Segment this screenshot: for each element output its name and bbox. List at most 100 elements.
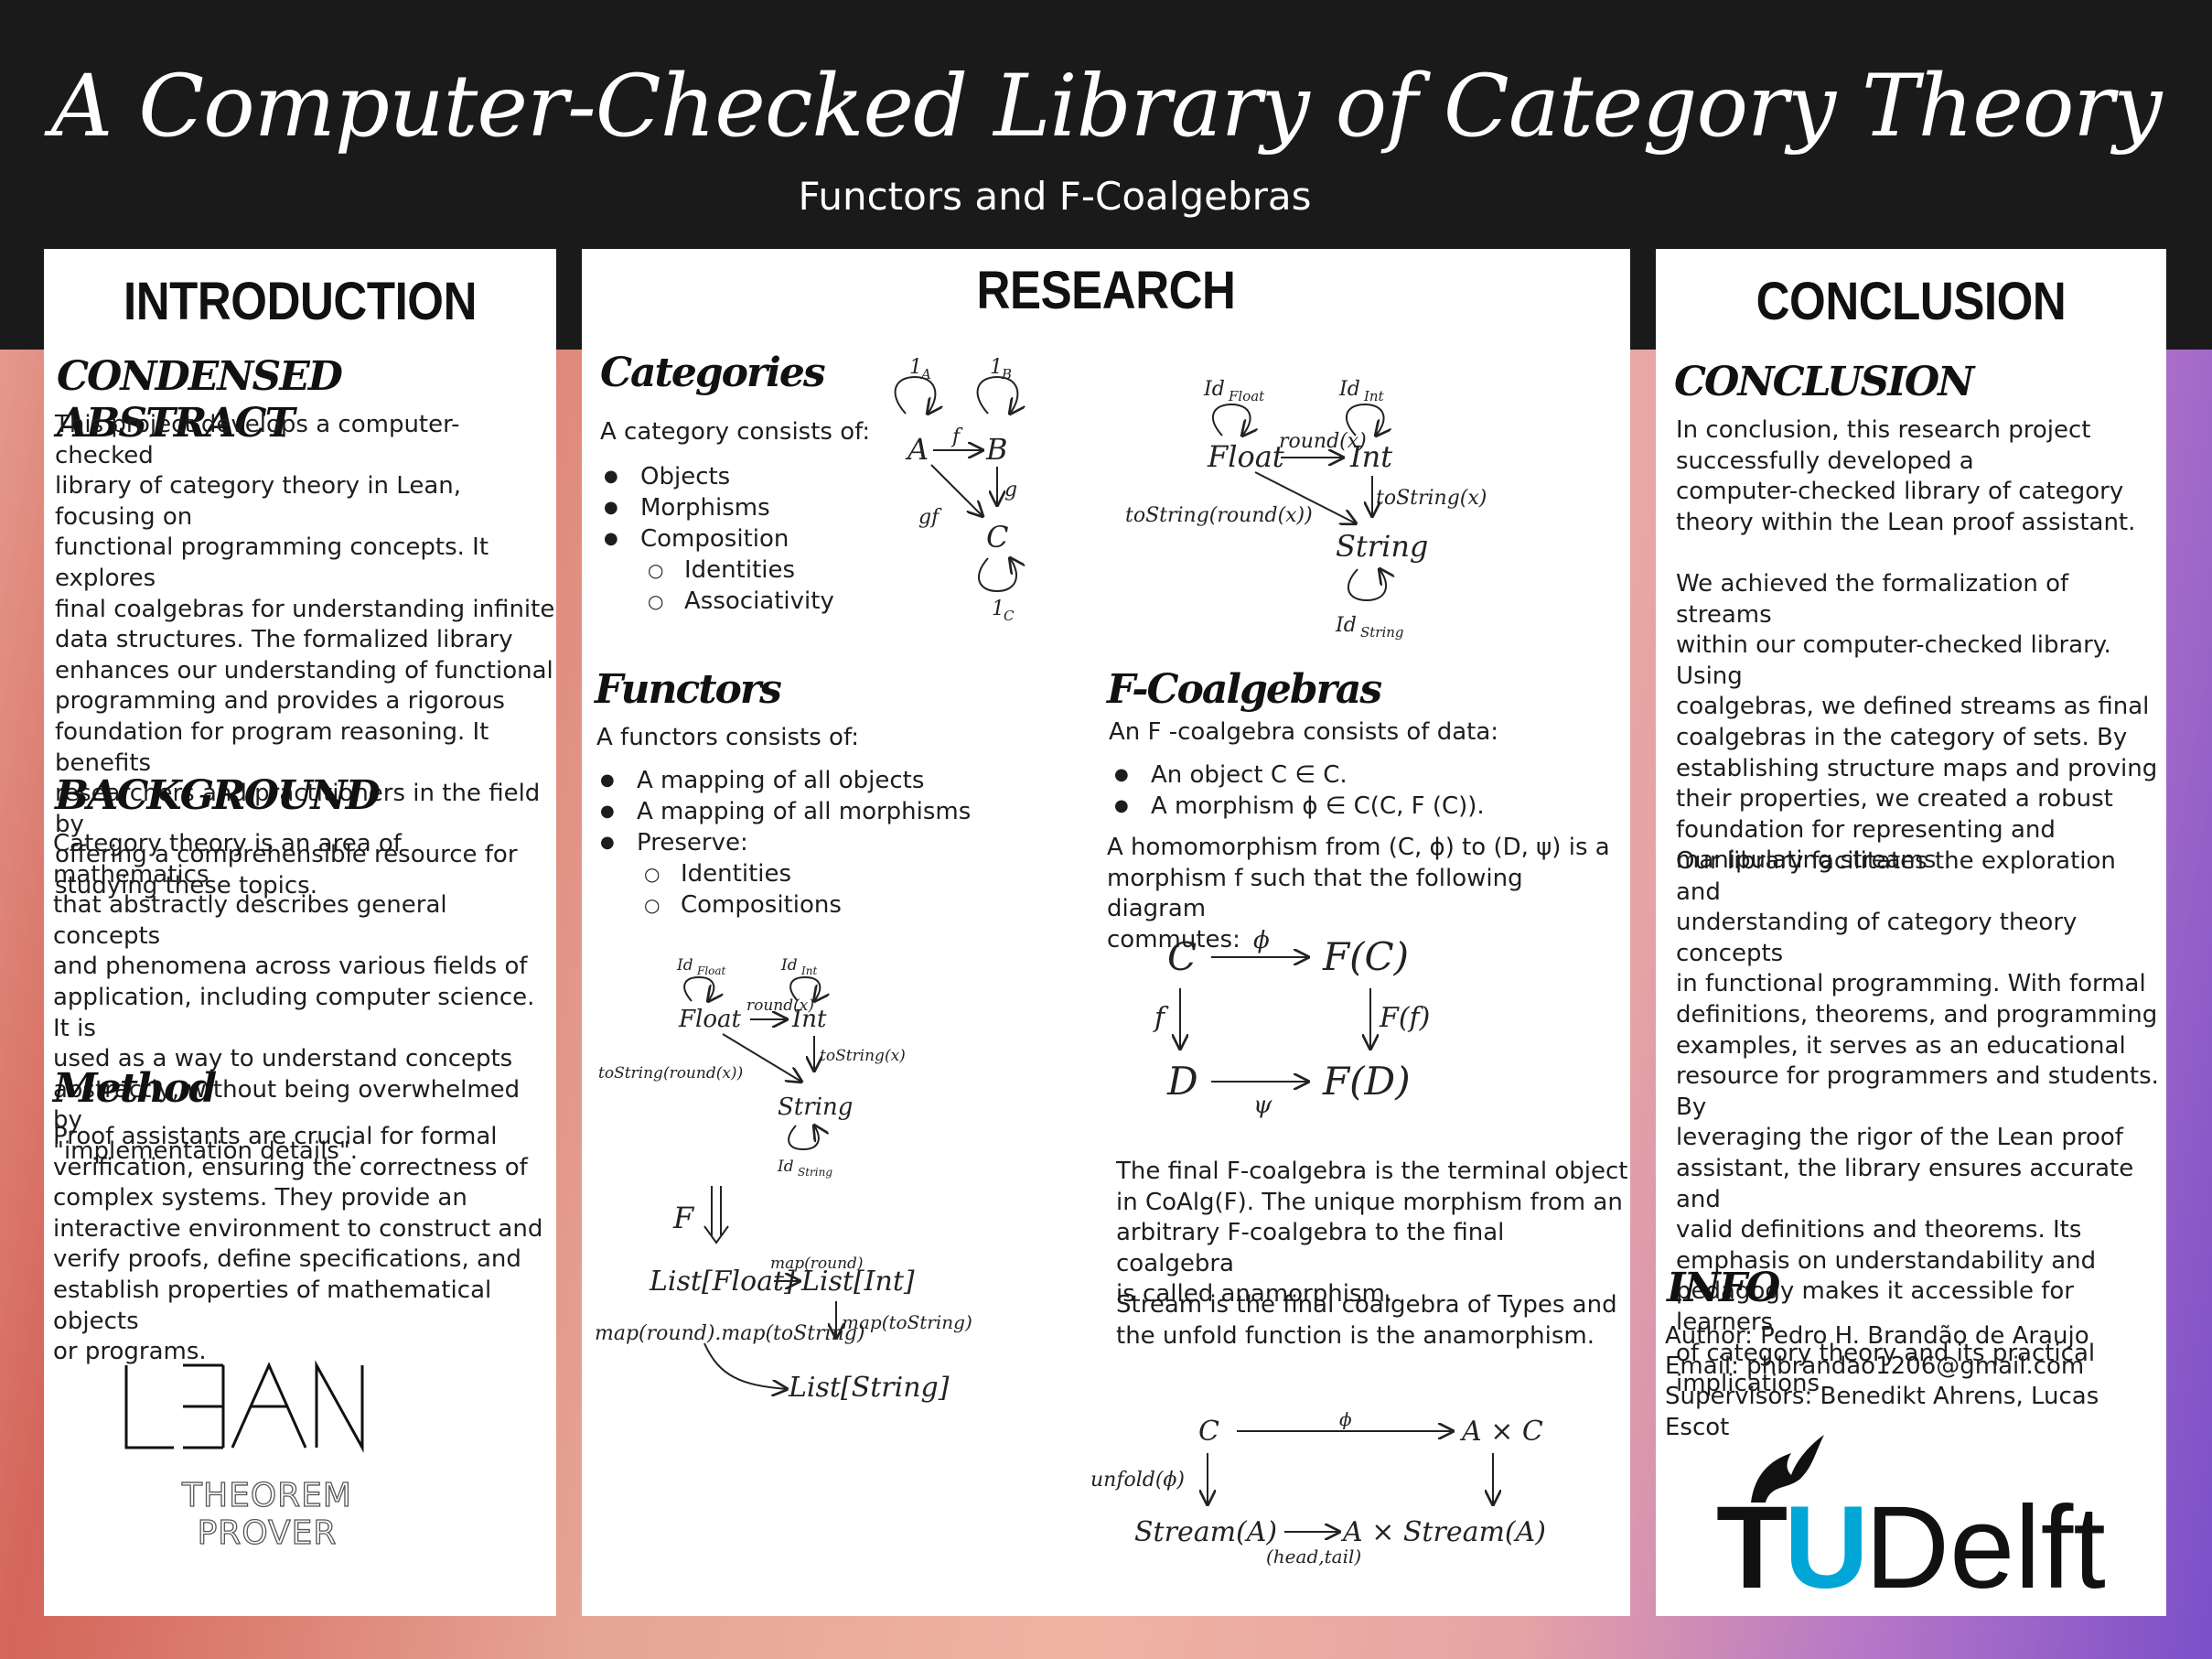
info-heading: INFO: [1667, 1265, 1780, 1311]
coalgebras-list: An object C ∈ C. A morphism ϕ ∈ C(C, F (…: [1107, 759, 1485, 822]
list-item: Identities: [593, 858, 971, 889]
list-item: Associativity: [596, 586, 834, 617]
object-b: B: [985, 432, 1008, 467]
types-category-diagram: Id Float Id Int Float Int round(x) toStr…: [1125, 378, 1487, 641]
functors-heading: Functors: [595, 666, 782, 713]
id-float-label: Id: [676, 956, 693, 975]
id-float-subscript: Float: [696, 964, 726, 977]
list-item: Identities: [596, 555, 834, 586]
identity-b-label: 1: [990, 356, 1003, 379]
id-int-label: Id: [780, 956, 798, 975]
round-label: round(x): [746, 996, 814, 1015]
conclusion-panel: CONCLUSION CONCLUSION In conclusion, thi…: [1656, 249, 2166, 1616]
id-string-label: Id: [777, 1158, 794, 1176]
list-item: Preserve:: [593, 827, 971, 858]
introduction-panel: INTRODUCTION CONDENSED ABSTRACT This pro…: [44, 249, 556, 1616]
abstract-text: This project develops a computer-checked…: [55, 411, 555, 900]
list-item: Compositions: [593, 889, 971, 921]
list-item: Morphisms: [596, 492, 834, 523]
id-int-subscript: Int: [1363, 388, 1385, 404]
id-string-subscript: String: [1360, 624, 1404, 641]
functors-list: A mapping of all objects A mapping of al…: [593, 765, 971, 921]
unfold-label: unfold(ϕ): [1090, 1469, 1185, 1492]
identity-a-label: 1: [909, 356, 922, 379]
lean-logo-tagline: THEOREM PROVER: [181, 1476, 352, 1552]
stream-phi-label: ϕ: [1339, 1408, 1352, 1430]
id-string-label: Id: [1335, 614, 1357, 637]
head-tail-label: (head,tail): [1266, 1546, 1361, 1567]
round-label: round(x): [1279, 430, 1367, 453]
tu-logo-u: U: [1784, 1482, 1868, 1613]
info-supervisors: Supervisors: Benedikt Ahrens, Lucas Esco…: [1665, 1383, 2099, 1441]
f-label: f: [1153, 1002, 1169, 1034]
hom-c-node: C: [1167, 934, 1197, 979]
id-float-subscript: Float: [1228, 388, 1265, 404]
stream-c-node: C: [1198, 1416, 1219, 1448]
map-composite-label: map(round).map(toString): [595, 1322, 864, 1345]
introduction-heading: INTRODUCTION: [123, 272, 477, 331]
morphism-f-label: f: [950, 426, 963, 448]
categories-intro: A category consists of:: [600, 418, 871, 446]
category-diagram: 1 A 1 B A B f g gf C 1 C: [894, 356, 1096, 624]
functor-map-arrow: F: [672, 1186, 729, 1244]
stream-diagram: C A × C ϕ unfold(ϕ) Stream(A) A × Stream…: [1090, 1408, 1546, 1567]
tostring-label: toString(x): [820, 1047, 906, 1065]
research-panel: RESEARCH Categories A category consists …: [582, 249, 1630, 1616]
coalgebras-heading: F-Coalgebras: [1107, 666, 1382, 713]
homomorphism-diagram: C F(C) ϕ f F(f) D F(D) ψ: [1153, 927, 1430, 1119]
research-heading: RESEARCH: [976, 261, 1236, 320]
id-float-label: Id: [1203, 378, 1225, 401]
list-functor-diagram: List[Float] List[Int] map(round) map(toS…: [595, 1255, 972, 1404]
tu-delft-logo: TUDelft: [1716, 1490, 2106, 1607]
float-node: Float: [678, 1006, 742, 1033]
method-heading: Method: [53, 1065, 217, 1112]
identity-c-label: 1: [992, 598, 1004, 620]
lean-logo: [124, 1360, 364, 1453]
background-text: Category theory is an area of mathematic…: [53, 830, 535, 1165]
background-heading: BACKGROUND: [55, 772, 381, 819]
conclusion-paragraph-2: We achieved the formalization of streams…: [1676, 570, 2158, 875]
categories-heading: Categories: [600, 350, 826, 396]
hom-d-node: D: [1166, 1059, 1198, 1104]
poster-subtitle: Functors and F-Coalgebras: [798, 174, 1312, 219]
identity-c-subscript: C: [1004, 608, 1015, 624]
morphism-g-label: g: [1004, 479, 1017, 501]
psi-label: ψ: [1253, 1092, 1272, 1119]
ff-label: F(f): [1379, 1002, 1430, 1034]
composite-label: toString(round(x)): [1125, 504, 1313, 527]
id-int-label: Id: [1338, 378, 1360, 401]
float-node: Float: [1207, 439, 1284, 474]
stream-ac-node: A × C: [1459, 1416, 1543, 1448]
list-item: An object C ∈ C.: [1107, 759, 1485, 791]
conclusion-heading: CONCLUSION: [1756, 272, 2067, 331]
categories-list: Objects Morphisms Composition Identities…: [596, 461, 834, 617]
stream-text: Stream is the final coalgebra of Types a…: [1116, 1291, 1617, 1350]
conclusion-subheading: CONCLUSION: [1674, 359, 1974, 405]
object-a: A: [905, 432, 929, 467]
info-author: Author: Pedro H. Brandão de Araujo: [1665, 1322, 2089, 1350]
list-item: A morphism ϕ ∈ C(C, F (C)).: [1107, 791, 1485, 822]
poster-title: A Computer-Checked Library of Category T…: [50, 57, 2163, 156]
string-node: String: [1336, 529, 1428, 564]
list-item: A mapping of all objects: [593, 765, 971, 796]
conclusion-paragraph-1: In conclusion, this research project suc…: [1676, 416, 2136, 536]
functors-intro: A functors consists of:: [596, 724, 859, 751]
list-item: A mapping of all morphisms: [593, 796, 971, 827]
id-string-subscript: String: [798, 1166, 832, 1179]
string-node: String: [778, 1093, 853, 1121]
a-stream-a-node: A × Stream(A): [1340, 1516, 1546, 1548]
list-string-node: List[String]: [788, 1372, 950, 1404]
final-coalgebra-text: The final F-coalgebra is the terminal ob…: [1116, 1158, 1628, 1309]
id-int-subscript: Int: [800, 964, 817, 977]
hom-fd-node: F(D): [1322, 1059, 1411, 1104]
composite-label: toString(round(x)): [598, 1064, 743, 1083]
tu-logo-t: T: [1716, 1482, 1788, 1613]
tu-logo-delft: Delft: [1864, 1482, 2106, 1613]
tostring-label: toString(x): [1376, 487, 1487, 510]
method-text: Proof assistants are crucial for formal …: [53, 1123, 543, 1366]
object-c: C: [986, 520, 1008, 555]
coalgebras-intro: An F -coalgebra consists of data:: [1109, 718, 1499, 746]
list-item: Composition: [596, 523, 834, 555]
hom-fc-node: F(C): [1322, 934, 1409, 979]
conclusion-paragraph-3: Our library facilitates the exploration …: [1676, 847, 2159, 1398]
